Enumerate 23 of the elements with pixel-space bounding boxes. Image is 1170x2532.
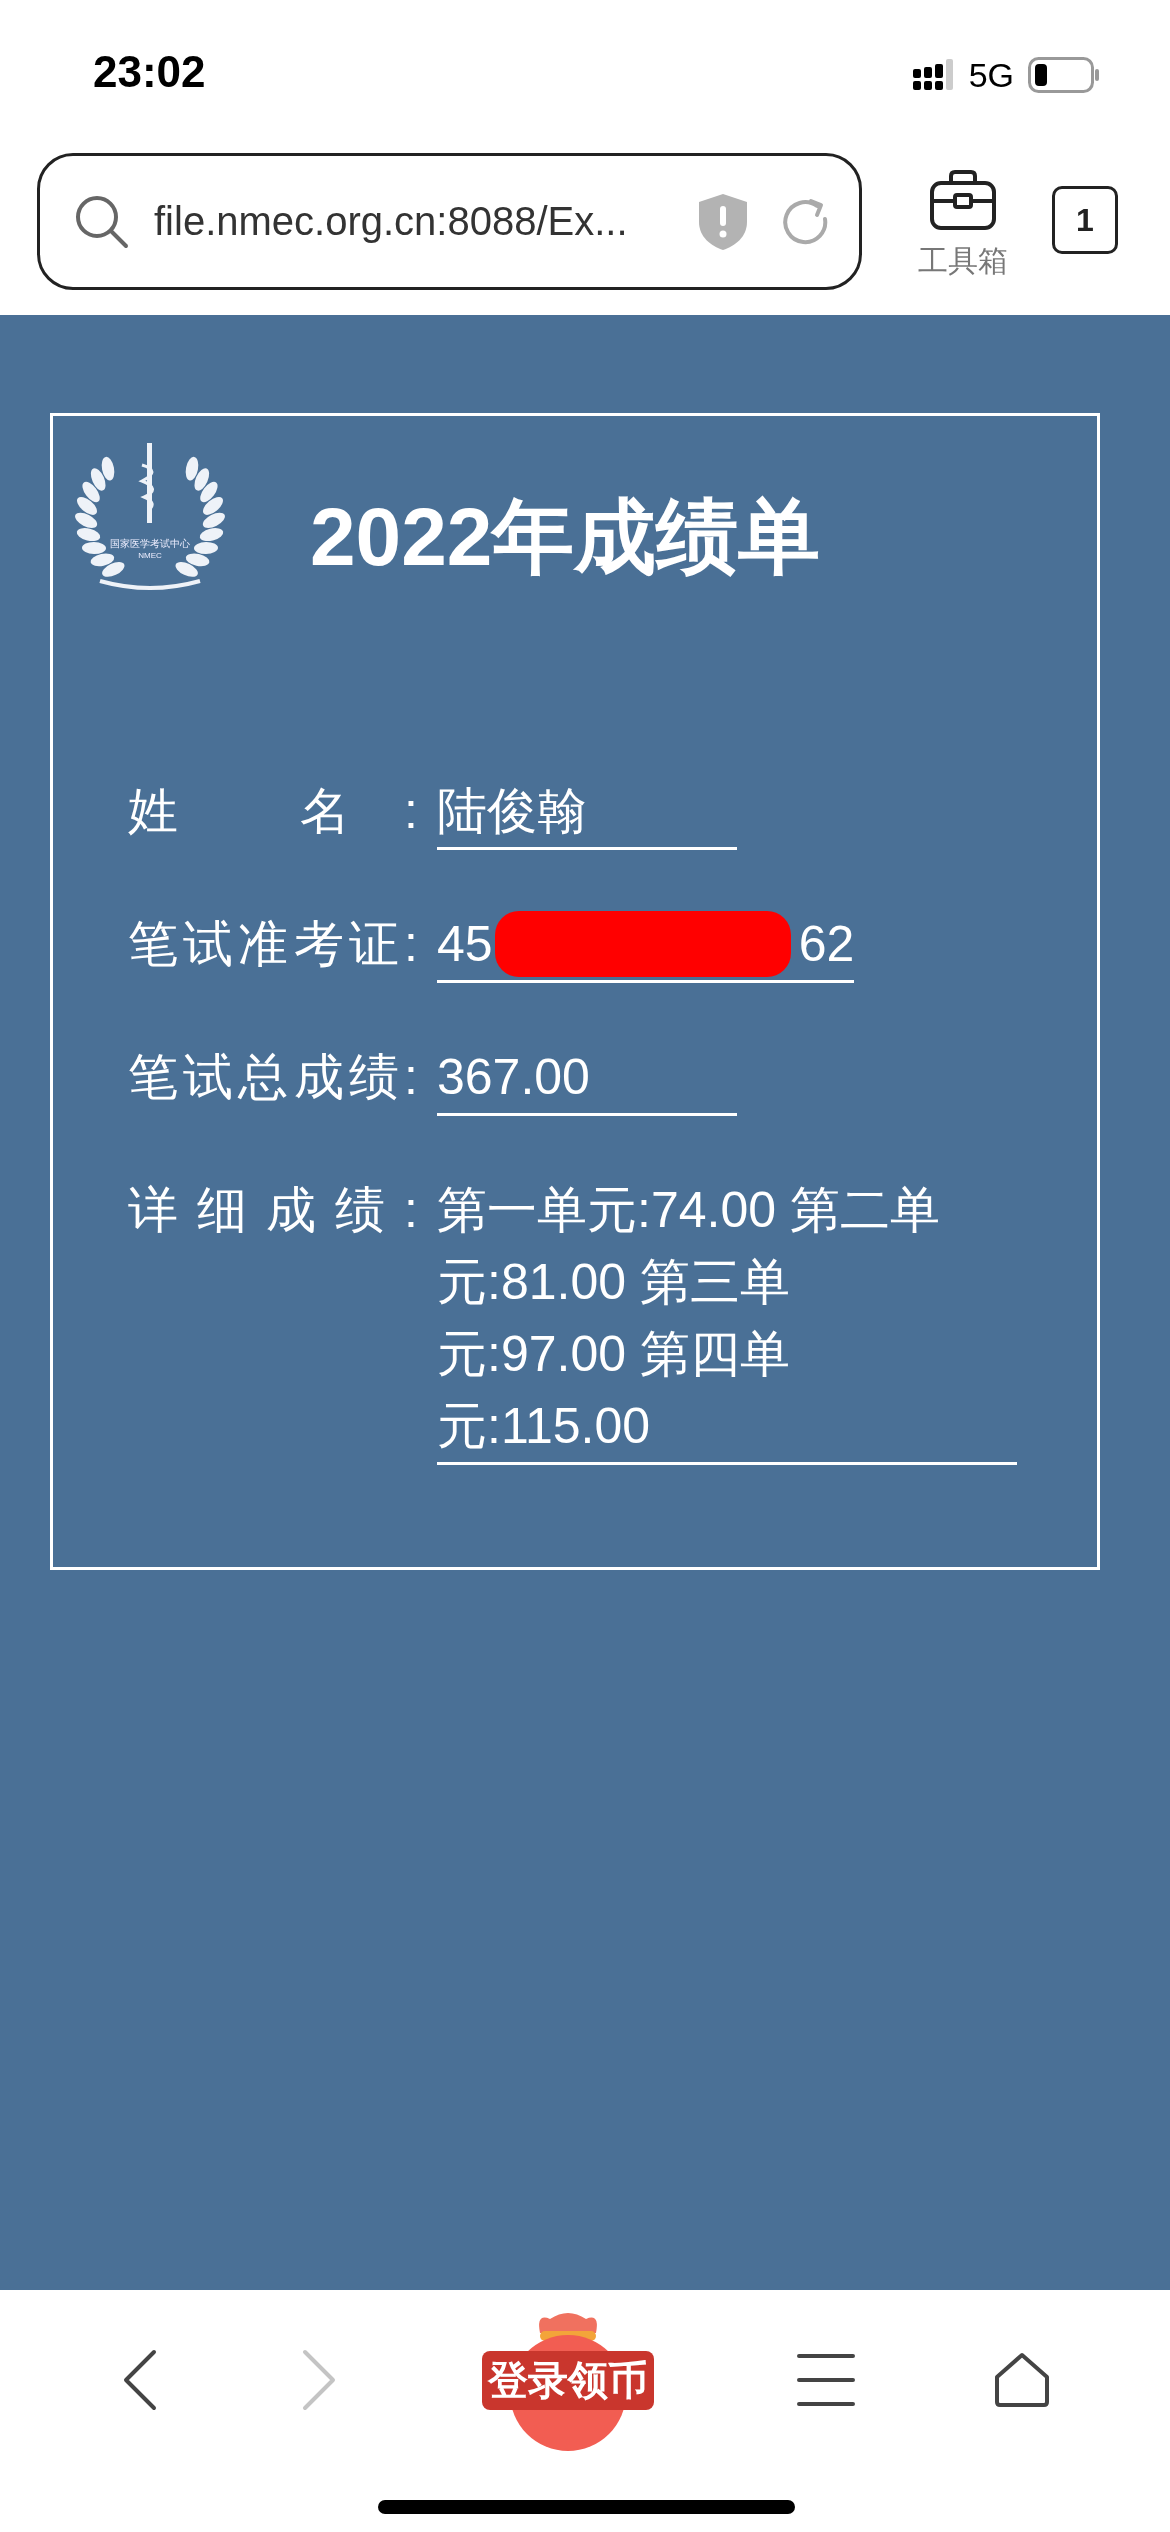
search-icon [74, 193, 130, 250]
field-label: 笔试准考证: [128, 915, 418, 974]
field-value: 陆俊翰 [437, 775, 737, 850]
field-value: 第一单元:74.00 第二单元:81.00 第三单元:97.00 第四单元:115.00 [437, 1174, 1017, 1465]
toolbox-icon[interactable] [929, 168, 997, 231]
home-icon[interactable] [994, 2352, 1051, 2408]
status-time: 23:02 [93, 47, 206, 97]
report-title: 2022年成绩单 [310, 490, 821, 584]
network-label: 5G [968, 55, 1014, 95]
logo-text: NMEC [137, 551, 163, 560]
signal-icon [912, 59, 955, 91]
menu-icon[interactable] [797, 2353, 856, 2407]
logo-text: 国家医学考试中心 [109, 537, 191, 551]
url-text: file.nmec.org.cn:8088/Ex... [154, 199, 629, 244]
tab-count-button[interactable]: 1 [1052, 186, 1118, 254]
toolbox-label[interactable]: 工具箱 [918, 240, 1008, 282]
field-label: 姓 名: [128, 782, 418, 841]
field-label: 详 细 成 绩 : [128, 1181, 418, 1240]
coin-promo-button[interactable]: 登录领币 [477, 2305, 658, 2455]
field-label: 笔试总成绩: [128, 1048, 418, 1107]
field-value: 367.00 [437, 1041, 737, 1116]
field-value: 45 62 [437, 908, 855, 983]
battery-icon [1028, 57, 1100, 93]
